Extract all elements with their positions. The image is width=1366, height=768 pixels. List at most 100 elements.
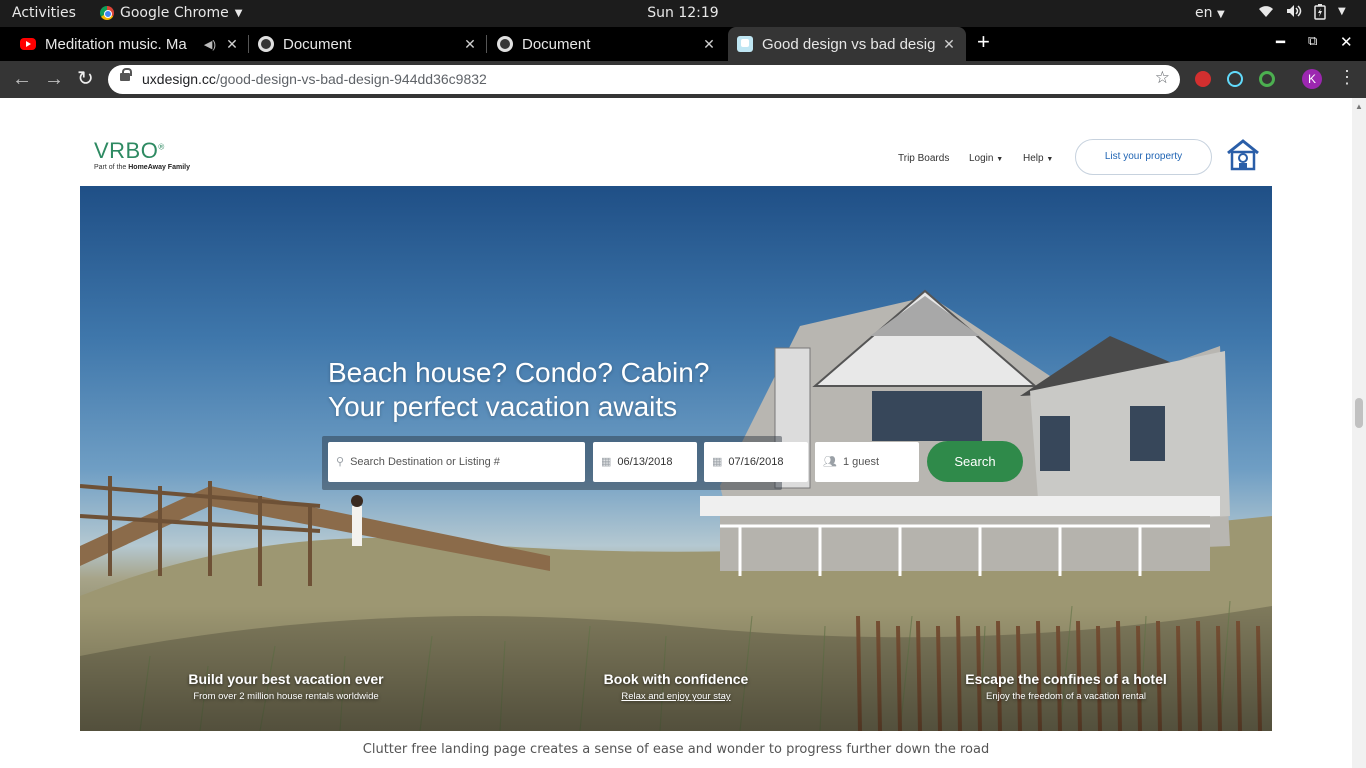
tab-title: Good design vs bad desig bbox=[762, 35, 936, 53]
calendar-icon: ▦ bbox=[712, 456, 723, 468]
status-tray[interactable]: ▼ bbox=[1258, 4, 1346, 24]
caret-down-icon: ▼ bbox=[996, 156, 1004, 163]
chrome-menu-icon[interactable]: ⋮ bbox=[1338, 67, 1356, 88]
trip-boards-link[interactable]: Trip Boards bbox=[898, 153, 949, 164]
activities-button[interactable]: Activities bbox=[12, 5, 76, 21]
feature-subtitle-link[interactable]: Relax and enjoy your stay bbox=[560, 691, 792, 702]
guests-selector[interactable]: 👥︎ 1 guest bbox=[815, 442, 919, 482]
close-icon[interactable]: ✕ bbox=[941, 36, 957, 53]
minimize-icon[interactable]: ━ bbox=[1276, 33, 1285, 51]
profile-avatar[interactable]: K bbox=[1302, 69, 1322, 89]
feature-title: Build your best vacation ever bbox=[188, 671, 384, 687]
chevron-down-icon: ▼ bbox=[1338, 6, 1346, 17]
tab-strip: Meditation music. Ma ◀︎) ✕ Document ✕ Do… bbox=[0, 27, 1366, 61]
lock-icon bbox=[120, 68, 132, 83]
map-pin-icon: ⚲ bbox=[336, 456, 345, 468]
globe-icon bbox=[258, 36, 274, 52]
tab-document-2[interactable]: Document ✕ bbox=[489, 27, 725, 61]
registered-mark-icon: ® bbox=[158, 142, 165, 152]
target-extension-icon[interactable] bbox=[1259, 71, 1275, 87]
login-label: Login bbox=[969, 153, 994, 164]
window-close-icon[interactable]: ✕ bbox=[1340, 33, 1353, 51]
reload-icon[interactable]: ↻ bbox=[77, 67, 94, 91]
feature-escape-hotel: Escape the confines of a hotel Enjoy the… bbox=[950, 671, 1182, 702]
vrbo-header: VRBO® Part of the HomeAway Family Trip B… bbox=[80, 124, 1272, 186]
guests-value: 1 guest bbox=[842, 456, 880, 468]
language-label: en bbox=[1195, 5, 1213, 21]
tab-separator bbox=[486, 35, 487, 53]
app-menu-label: Google Chrome bbox=[120, 5, 229, 21]
tagline-prefix: Part of the bbox=[94, 164, 127, 171]
search-button[interactable]: Search bbox=[927, 441, 1023, 482]
calendar-icon: ▦ bbox=[601, 456, 612, 468]
battery-icon bbox=[1314, 4, 1326, 24]
destination-search-input[interactable]: ⚲ Search Destination or Listing # bbox=[328, 442, 585, 482]
checkin-date-value: 06/13/2018 bbox=[617, 456, 673, 468]
forward-arrow-icon[interactable]: → bbox=[44, 67, 64, 91]
page-viewport: VRBO® Part of the HomeAway Family Trip B… bbox=[0, 98, 1366, 768]
checkin-date-input[interactable]: ▦ 06/13/2018 bbox=[593, 442, 697, 482]
bookmark-star-icon[interactable]: ☆ bbox=[1155, 68, 1170, 88]
close-icon[interactable]: ✕ bbox=[462, 36, 478, 53]
language-selector[interactable]: en ▼ bbox=[1195, 5, 1225, 21]
page-scrollbar[interactable]: ▲ bbox=[1352, 98, 1366, 768]
login-menu[interactable]: Login ▼ bbox=[969, 153, 1003, 164]
close-icon[interactable]: ✕ bbox=[701, 36, 717, 53]
restore-icon[interactable]: ⧉ bbox=[1308, 33, 1317, 49]
tab-document-1[interactable]: Document ✕ bbox=[250, 27, 487, 61]
feature-title: Escape the confines of a hotel bbox=[965, 671, 1167, 687]
feature-build-vacation: Build your best vacation ever From over … bbox=[170, 671, 402, 702]
feature-subtitle: Enjoy the freedom of a vacation rental bbox=[985, 691, 1146, 702]
back-arrow-icon[interactable]: ← bbox=[12, 67, 32, 91]
tab-title: Document bbox=[283, 35, 352, 53]
scrollbar-thumb[interactable] bbox=[1355, 398, 1363, 428]
uxdesign-icon bbox=[737, 36, 753, 52]
tab-separator bbox=[248, 35, 249, 53]
volume-icon bbox=[1286, 4, 1302, 24]
adblock-extension-icon[interactable] bbox=[1195, 71, 1211, 87]
feature-subtitle: From over 2 million house rentals worldw… bbox=[193, 691, 379, 702]
system-top-bar: Activities Google Chrome ▼ Sun 12:19 en … bbox=[0, 0, 1366, 27]
globe-icon bbox=[497, 36, 513, 52]
help-menu[interactable]: Help ▼ bbox=[1023, 153, 1053, 164]
tagline-brand: HomeAway Family bbox=[128, 164, 190, 171]
feature-title: Book with confidence bbox=[603, 671, 749, 687]
youtube-icon bbox=[20, 38, 36, 50]
destination-placeholder: Search Destination or Listing # bbox=[350, 456, 500, 468]
help-label: Help bbox=[1023, 153, 1044, 164]
address-bar[interactable]: uxdesign.cc/good-design-vs-bad-design-94… bbox=[108, 65, 1180, 94]
audio-playing-icon: ◀︎) bbox=[203, 38, 216, 51]
new-tab-button[interactable]: + bbox=[977, 29, 990, 55]
hero-headline-line2: Your perfect vacation awaits bbox=[328, 391, 678, 422]
tab-good-design-vs-bad-design[interactable]: Good design vs bad desig ✕ bbox=[728, 27, 966, 61]
tab-title: Document bbox=[522, 35, 591, 53]
hero-section: Beach house? Condo? Cabin? Your perfect … bbox=[80, 186, 1272, 731]
image-caption: Clutter free landing page creates a sens… bbox=[362, 742, 990, 757]
chrome-icon bbox=[100, 6, 114, 20]
search-bar: ⚲ Search Destination or Listing # ▦ 06/13/… bbox=[322, 436, 919, 490]
feature-book-confidence: Book with confidence Relax and enjoy you… bbox=[560, 671, 792, 702]
list-property-button[interactable]: List your property bbox=[1075, 139, 1212, 175]
url-path: /good-design-vs-bad-design-944dd36c9832 bbox=[215, 71, 487, 87]
browser-toolbar: ← → ↻ uxdesign.cc/good-design-vs-bad-des… bbox=[0, 61, 1366, 98]
brand-name: VRBO bbox=[94, 138, 159, 163]
url-text[interactable]: uxdesign.cc/good-design-vs-bad-design-94… bbox=[142, 71, 487, 87]
checkout-date-value: 07/16/2018 bbox=[728, 456, 784, 468]
tab-title: Meditation music. Ma bbox=[45, 35, 187, 53]
house-icon[interactable] bbox=[1226, 139, 1260, 171]
scroll-up-icon[interactable]: ▲ bbox=[1355, 102, 1363, 111]
chevron-down-icon: ▼ bbox=[1216, 9, 1225, 20]
vrbo-logo[interactable]: VRBO® Part of the HomeAway Family bbox=[94, 138, 190, 171]
hero-headline-line1: Beach house? Condo? Cabin? bbox=[328, 357, 710, 388]
url-domain: uxdesign.cc bbox=[142, 71, 216, 87]
caret-down-icon: ▼ bbox=[1046, 156, 1054, 163]
wifi-icon bbox=[1258, 4, 1274, 24]
logo-tagline: Part of the HomeAway Family bbox=[94, 164, 190, 171]
react-devtools-extension-icon[interactable] bbox=[1227, 71, 1243, 87]
close-icon[interactable]: ✕ bbox=[224, 36, 240, 53]
app-menu[interactable]: Google Chrome ▼ bbox=[100, 5, 242, 21]
checkout-date-input[interactable]: ▦ 07/16/2018 bbox=[704, 442, 808, 482]
chevron-down-icon: ▼ bbox=[234, 7, 243, 19]
tab-meditation-music[interactable]: Meditation music. Ma ◀︎) ✕ bbox=[12, 27, 249, 61]
hero-headline: Beach house? Condo? Cabin? Your perfect … bbox=[328, 356, 709, 424]
